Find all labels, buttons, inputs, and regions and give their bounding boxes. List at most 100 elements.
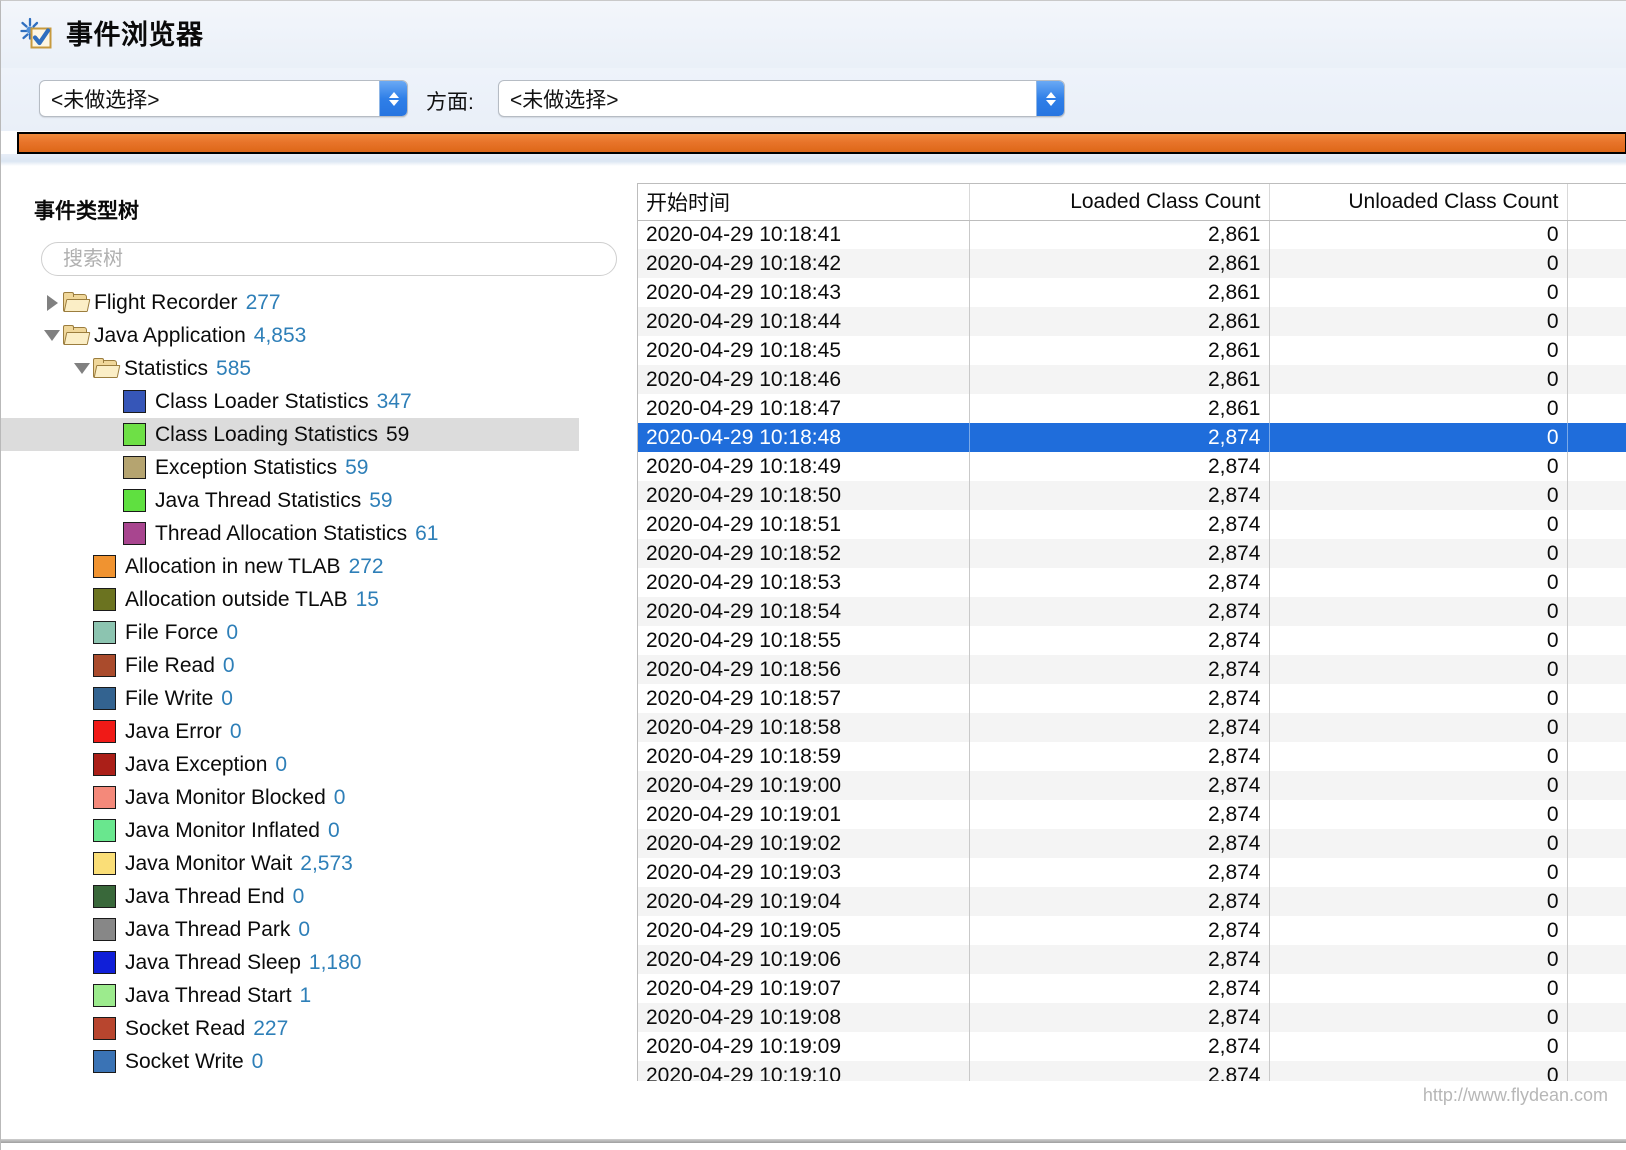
tree-item[interactable]: Java Thread Park 0	[1, 913, 631, 946]
column-header[interactable]	[1567, 184, 1626, 221]
table-row[interactable]: 2020-04-29 10:19:02 2,874 0	[638, 829, 1626, 858]
tree-item[interactable]: Exception Statistics 59	[1, 451, 631, 484]
tree-list: Flight Recorder 277 Java Application 4,853 S…	[1, 286, 631, 1080]
table-cell: 2,874	[969, 626, 1270, 655]
column-header[interactable]: 开始时间	[638, 184, 970, 221]
aspect-select[interactable]: <未做选择>	[498, 80, 1065, 117]
column-header[interactable]: Loaded Class Count	[969, 184, 1270, 221]
table-cell	[1567, 220, 1626, 249]
chevron-updown-icon[interactable]	[1036, 81, 1064, 116]
table-cell	[1567, 800, 1626, 829]
tree-item-count: 272	[348, 554, 384, 578]
table-row[interactable]: 2020-04-29 10:18:48 2,874 0	[638, 423, 1626, 452]
footer-rule	[1, 1139, 1626, 1143]
table-cell	[1567, 916, 1626, 945]
tree-item[interactable]: Allocation outside TLAB 15	[1, 583, 631, 616]
table-row[interactable]: 2020-04-29 10:18:55 2,874 0	[638, 626, 1626, 655]
table-cell: 2,874	[969, 887, 1270, 916]
table-cell: 2020-04-29 10:18:41	[638, 220, 970, 249]
table-cell: 2020-04-29 10:18:55	[638, 626, 970, 655]
table-cell: 0	[1269, 1032, 1568, 1061]
table-row[interactable]: 2020-04-29 10:19:05 2,874 0	[638, 916, 1626, 945]
table-cell: 2,874	[969, 423, 1270, 452]
table-row[interactable]: 2020-04-29 10:18:45 2,861 0	[638, 336, 1626, 365]
tree-item[interactable]: Java Monitor Inflated 0	[1, 814, 631, 847]
event-color-swatch	[93, 819, 116, 842]
table-cell: 0	[1269, 974, 1568, 1003]
table-row[interactable]: 2020-04-29 10:18:42 2,861 0	[638, 249, 1626, 278]
tree-item[interactable]: Thread Allocation Statistics 61	[1, 517, 631, 550]
tree-item[interactable]: Java Thread Start 1	[1, 979, 631, 1012]
table-cell: 0	[1269, 568, 1568, 597]
tree-item[interactable]: Java Error 0	[1, 715, 631, 748]
table-cell	[1567, 626, 1626, 655]
table-row[interactable]: 2020-04-29 10:19:08 2,874 0	[638, 1003, 1626, 1032]
tree-item-label: Thread Allocation Statistics	[155, 521, 408, 545]
table-row[interactable]: 2020-04-29 10:18:46 2,861 0	[638, 365, 1626, 394]
table-cell	[1567, 394, 1626, 423]
table-row[interactable]: 2020-04-29 10:18:41 2,861 0	[638, 220, 1626, 249]
table-row[interactable]: 2020-04-29 10:19:04 2,874 0	[638, 887, 1626, 916]
tree-item-count: 0	[275, 752, 288, 776]
tree-item[interactable]: Java Monitor Blocked 0	[1, 781, 631, 814]
tree-item[interactable]: Java Exception 0	[1, 748, 631, 781]
tree-item[interactable]: Allocation in new TLAB 272	[1, 550, 631, 583]
table-cell	[1567, 452, 1626, 481]
table-row[interactable]: 2020-04-29 10:18:54 2,874 0	[638, 597, 1626, 626]
table-row[interactable]: 2020-04-29 10:19:01 2,874 0	[638, 800, 1626, 829]
tree-item[interactable]: Java Application 4,853	[1, 319, 631, 352]
tree-item[interactable]: Java Thread End 0	[1, 880, 631, 913]
tree-item[interactable]: File Force 0	[1, 616, 631, 649]
tree-item[interactable]: Flight Recorder 277	[1, 286, 631, 319]
table-cell	[1567, 742, 1626, 771]
table-cell: 0	[1269, 220, 1568, 249]
table-row[interactable]: 2020-04-29 10:19:09 2,874 0	[638, 1032, 1626, 1061]
time-range-bar[interactable]	[17, 132, 1626, 154]
time-range-fill	[19, 134, 1625, 152]
table-cell: 2020-04-29 10:18:54	[638, 597, 970, 626]
table-row[interactable]: 2020-04-29 10:18:57 2,874 0	[638, 684, 1626, 713]
table-row[interactable]: 2020-04-29 10:18:44 2,861 0	[638, 307, 1626, 336]
column-header[interactable]: Unloaded Class Count	[1269, 184, 1568, 221]
table-cell	[1567, 365, 1626, 394]
tree-item[interactable]: Class Loading Statistics 59	[1, 418, 579, 451]
tree-item[interactable]: Java Thread Sleep 1,180	[1, 946, 631, 979]
table-row[interactable]: 2020-04-29 10:18:51 2,874 0	[638, 510, 1626, 539]
primary-select[interactable]: <未做选择>	[39, 80, 408, 117]
table-cell: 2,874	[969, 481, 1270, 510]
table-cell: 2,874	[969, 1032, 1270, 1061]
chevron-down-icon[interactable]	[41, 330, 63, 341]
table-row[interactable]: 2020-04-29 10:18:50 2,874 0	[638, 481, 1626, 510]
search-input[interactable]	[61, 246, 616, 272]
table-row[interactable]: 2020-04-29 10:18:47 2,861 0	[638, 394, 1626, 423]
tree-item[interactable]: File Write 0	[1, 682, 631, 715]
table-row[interactable]: 2020-04-29 10:18:56 2,874 0	[638, 655, 1626, 684]
table-row[interactable]: 2020-04-29 10:18:43 2,861 0	[638, 278, 1626, 307]
table-row[interactable]: 2020-04-29 10:18:53 2,874 0	[638, 568, 1626, 597]
tree-item[interactable]: Java Thread Statistics 59	[1, 484, 631, 517]
chevron-down-icon[interactable]	[71, 363, 93, 374]
tree-item[interactable]: Socket Read 227	[1, 1012, 631, 1045]
tree-item[interactable]: Statistics 585	[1, 352, 631, 385]
tree-item[interactable]: Socket Write 0	[1, 1045, 631, 1078]
table-row[interactable]: 2020-04-29 10:19:07 2,874 0	[638, 974, 1626, 1003]
table-cell: 2020-04-29 10:18:50	[638, 481, 970, 510]
table-row[interactable]: 2020-04-29 10:18:49 2,874 0	[638, 452, 1626, 481]
tree-item[interactable]: File Read 0	[1, 649, 631, 682]
chevron-right-icon[interactable]	[41, 294, 63, 311]
table-row[interactable]: 2020-04-29 10:19:00 2,874 0	[638, 771, 1626, 800]
table-row[interactable]: 2020-04-29 10:18:59 2,874 0	[638, 742, 1626, 771]
table-cell	[1567, 974, 1626, 1003]
tree-item[interactable]: Java Monitor Wait 2,573	[1, 847, 631, 880]
table-row[interactable]: 2020-04-29 10:18:52 2,874 0	[638, 539, 1626, 568]
folder-icon	[63, 292, 91, 313]
table-row[interactable]: 2020-04-29 10:19:06 2,874 0	[638, 945, 1626, 974]
tree-search-box[interactable]	[41, 242, 617, 276]
table-row[interactable]: 2020-04-29 10:19:10 2,874 0	[638, 1061, 1626, 1081]
tree-item[interactable]: Class Loader Statistics 347	[1, 385, 631, 418]
table-row[interactable]: 2020-04-29 10:19:03 2,874 0	[638, 858, 1626, 887]
table-cell: 2,874	[969, 1003, 1270, 1032]
chevron-updown-icon[interactable]	[379, 81, 407, 116]
table-cell: 0	[1269, 365, 1568, 394]
table-row[interactable]: 2020-04-29 10:18:58 2,874 0	[638, 713, 1626, 742]
